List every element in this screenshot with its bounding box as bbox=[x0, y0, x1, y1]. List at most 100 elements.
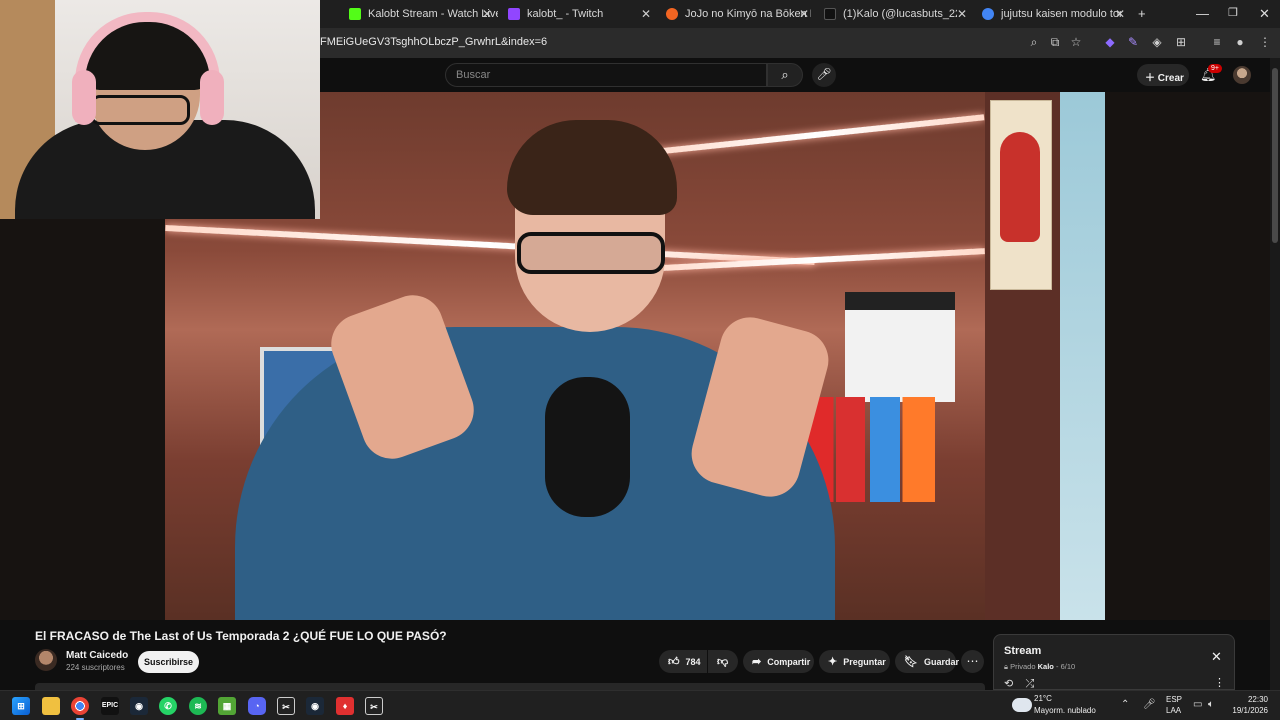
playlist-controls: ⟲ ⤮ bbox=[1004, 677, 1034, 691]
tab-twitch[interactable]: kalobt_ - Twitch ✕ bbox=[502, 3, 657, 25]
input-language[interactable]: ESP bbox=[1166, 695, 1182, 704]
chevron-up-icon[interactable]: ⌃ bbox=[1121, 699, 1129, 710]
tab-tiktok[interactable]: (1)Kalo (@lucasbuts_22bs) | Tik ✕ bbox=[818, 3, 973, 25]
reading-list-icon[interactable]: ≡ bbox=[1209, 35, 1225, 49]
dislike-button[interactable]: 👎︎ bbox=[708, 650, 738, 673]
temperature: 21°C bbox=[1034, 694, 1052, 703]
headset bbox=[75, 12, 220, 122]
epic-games-icon[interactable]: EPIC bbox=[101, 697, 119, 715]
clock-date[interactable]: 19/1/2026 bbox=[1226, 706, 1268, 715]
file-explorer-icon[interactable] bbox=[42, 697, 60, 715]
microphone-icon: 🎤︎ bbox=[816, 67, 832, 81]
search-button[interactable]: ⌕ bbox=[767, 63, 803, 87]
description-box[interactable] bbox=[35, 683, 985, 690]
kick-icon bbox=[349, 8, 361, 20]
lock-icon: 🔒︎ bbox=[1004, 662, 1008, 671]
spiderman-figure bbox=[1000, 132, 1040, 242]
led-strip bbox=[165, 224, 815, 266]
subscribe-button[interactable]: Suscribirse bbox=[138, 651, 199, 673]
bookmark-icon: 🔖︎ bbox=[904, 656, 918, 668]
discord-icon[interactable]: ◔ bbox=[248, 697, 266, 715]
capcut-icon[interactable]: ✂ bbox=[365, 697, 383, 715]
close-tab-icon[interactable]: ✕ bbox=[957, 7, 967, 21]
close-window-icon[interactable]: ✕ bbox=[1259, 6, 1270, 22]
close-tab-icon[interactable]: ✕ bbox=[641, 7, 651, 21]
shuffle-icon[interactable]: ⤮ bbox=[1025, 678, 1034, 690]
clapperboard bbox=[845, 292, 955, 402]
close-playlist-icon[interactable]: ✕ bbox=[1211, 649, 1222, 665]
clock-time[interactable]: 22:30 bbox=[1230, 695, 1268, 704]
microphone-icon[interactable]: 🎤︎ bbox=[1143, 699, 1156, 710]
restore-icon[interactable]: ❐ bbox=[1228, 6, 1238, 19]
thumbs-down-icon: 👎︎ bbox=[717, 656, 729, 668]
tab-jojo[interactable]: JoJo no Kimyō na Bōken Los ca ✕ bbox=[660, 3, 815, 25]
new-tab-button[interactable]: + bbox=[1138, 6, 1146, 21]
webcam-overlay bbox=[0, 0, 320, 219]
search-icon: ⌕ bbox=[781, 67, 789, 82]
led-strip bbox=[645, 248, 985, 272]
person-hair bbox=[507, 120, 677, 215]
headset-earcup bbox=[72, 70, 96, 125]
extensions-puzzle-icon[interactable]: ⊞ bbox=[1173, 35, 1189, 49]
account-avatar[interactable] bbox=[1233, 66, 1251, 84]
channel-avatar[interactable] bbox=[35, 649, 57, 671]
cloud-weather-icon[interactable] bbox=[1012, 698, 1032, 712]
url-field[interactable]: FMEiGUeGV3TsghhOLbczP_GrwhrL&index=6 bbox=[320, 36, 547, 48]
thumbs-up-icon: 👍︎ bbox=[668, 656, 680, 668]
twitch-icon bbox=[508, 8, 520, 20]
minimize-icon[interactable]: — bbox=[1196, 6, 1209, 21]
spotify-icon[interactable]: ≋ bbox=[189, 697, 207, 715]
install-icon[interactable]: ⧉ bbox=[1047, 35, 1063, 50]
profile-icon[interactable]: ● bbox=[1232, 35, 1248, 49]
channel-name[interactable]: Matt Caicedo bbox=[66, 650, 128, 661]
chrome-icon[interactable] bbox=[71, 697, 89, 720]
site-icon bbox=[666, 8, 678, 20]
search-icon[interactable]: ⌕ bbox=[1026, 35, 1042, 50]
search-input[interactable]: Buscar bbox=[445, 63, 767, 87]
keyboard-layout[interactable]: LAA bbox=[1166, 706, 1181, 715]
like-button[interactable]: 👍︎ 784 bbox=[659, 650, 707, 673]
loop-icon[interactable]: ⟲ bbox=[1004, 678, 1013, 690]
close-tab-icon[interactable]: ✕ bbox=[482, 7, 492, 21]
share-button[interactable]: ➦ Compartir bbox=[743, 650, 814, 673]
led-strip bbox=[645, 114, 985, 156]
scrollbar-thumb[interactable] bbox=[1272, 68, 1278, 243]
bookmark-star-icon[interactable]: ☆ bbox=[1068, 35, 1084, 49]
tiktok-icon bbox=[824, 8, 836, 20]
menu-kebab-icon[interactable]: ⋮ bbox=[1257, 35, 1273, 49]
share-arrow-icon: ➦ bbox=[752, 656, 762, 668]
playlist-title[interactable]: Stream bbox=[1004, 645, 1041, 657]
headset-earcup bbox=[200, 70, 224, 125]
glasses bbox=[517, 232, 665, 274]
close-tab-icon[interactable]: ✕ bbox=[799, 7, 809, 21]
window bbox=[1060, 92, 1105, 620]
whatsapp-icon[interactable]: ✆ bbox=[159, 697, 177, 715]
windows-taskbar: ⊞ EPIC ◉ ✆ ≋ ▦ ◔ ✂ ◉ ♦ ✂ 21°C Mayorm. nu… bbox=[0, 690, 1280, 720]
ask-button[interactable]: ✦ Preguntar bbox=[819, 650, 890, 673]
page-scrollbar[interactable] bbox=[1270, 58, 1280, 690]
capcut-icon[interactable]: ✂ bbox=[277, 697, 295, 715]
volume-icon[interactable]: 🔈︎ bbox=[1208, 699, 1214, 710]
playlist-more-icon[interactable]: ⋮ bbox=[1214, 676, 1225, 689]
extension-icon[interactable]: ◈ bbox=[1149, 35, 1165, 49]
network-icon[interactable]: ▭ bbox=[1193, 699, 1202, 710]
playlist-meta: 🔒︎ Privado Kalo - 6/10 bbox=[1004, 662, 1076, 671]
more-actions-button[interactable]: ⋯ bbox=[961, 650, 984, 673]
video-title: El FRACASO de The Last of Us Temporada 2… bbox=[35, 629, 447, 643]
steam-icon[interactable]: ◉ bbox=[306, 697, 324, 715]
google-icon bbox=[982, 8, 994, 20]
close-tab-icon[interactable]: ✕ bbox=[1115, 7, 1125, 21]
tab-kick-stream[interactable]: Kalobt Stream - Watch Live on ✕ bbox=[343, 3, 498, 25]
extension-icon[interactable]: ◆ bbox=[1102, 35, 1118, 49]
minecraft-icon[interactable]: ▦ bbox=[218, 697, 236, 715]
tab-google-search[interactable]: jujutsu kaisen modulo tomo 1 ✕ bbox=[976, 3, 1131, 25]
voice-search-button[interactable]: 🎤︎ bbox=[812, 63, 836, 87]
create-button[interactable]: ＋ Crear bbox=[1137, 64, 1189, 86]
windows-start-icon[interactable]: ⊞ bbox=[12, 697, 30, 715]
save-button[interactable]: 🔖︎ Guardar bbox=[895, 650, 959, 673]
weather-description: Mayorm. nublado bbox=[1034, 706, 1096, 715]
steam-icon[interactable]: ◉ bbox=[130, 697, 148, 715]
sparkle-icon: ✦ bbox=[828, 656, 838, 668]
extension-icon[interactable]: ✎ bbox=[1125, 35, 1141, 49]
app-icon[interactable]: ♦ bbox=[336, 697, 354, 715]
